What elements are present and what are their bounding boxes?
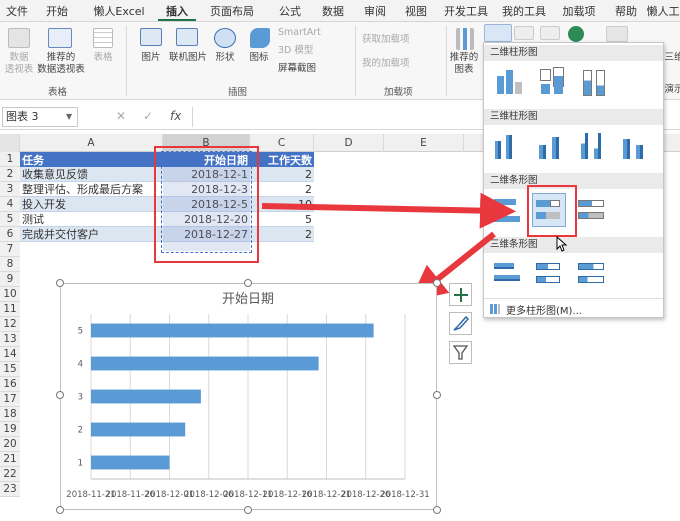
filter-icon <box>452 345 469 360</box>
resize-handle[interactable] <box>433 391 441 399</box>
chart-elements-button[interactable] <box>449 283 472 306</box>
y-tick-label: 2 <box>78 426 83 436</box>
chart-object[interactable]: 开始日期 2018-11-21 2018-11-26 2018-12-01 2018-1… <box>60 283 437 510</box>
resize-handle[interactable] <box>56 279 64 287</box>
resize-handle[interactable] <box>56 506 64 514</box>
bar-3 <box>91 389 201 404</box>
chart-title: 开始日期 <box>222 292 274 307</box>
bar-chart: 开始日期2018-11-212018-11-262018-12-012018-1… <box>66 292 429 500</box>
resize-handle[interactable] <box>433 279 441 287</box>
arrow-to-stacked-bar <box>261 192 516 229</box>
chart-filters-button[interactable] <box>449 341 472 364</box>
bar-1 <box>91 455 170 470</box>
bar-5 <box>91 323 374 338</box>
resize-handle[interactable] <box>56 391 64 399</box>
x-tick-label: 2018-12-31 <box>380 490 429 500</box>
bar-2 <box>91 422 186 437</box>
y-tick-label: 3 <box>78 393 83 403</box>
chart-styles-button[interactable] <box>449 312 472 335</box>
resize-handle[interactable] <box>244 506 252 514</box>
brush-icon <box>453 315 470 331</box>
bar-4 <box>91 356 319 371</box>
y-tick-label: 5 <box>78 327 83 337</box>
resize-handle[interactable] <box>433 506 441 514</box>
y-tick-label: 4 <box>78 360 83 370</box>
resize-handle[interactable] <box>244 279 252 287</box>
y-tick-label: 1 <box>78 459 83 469</box>
